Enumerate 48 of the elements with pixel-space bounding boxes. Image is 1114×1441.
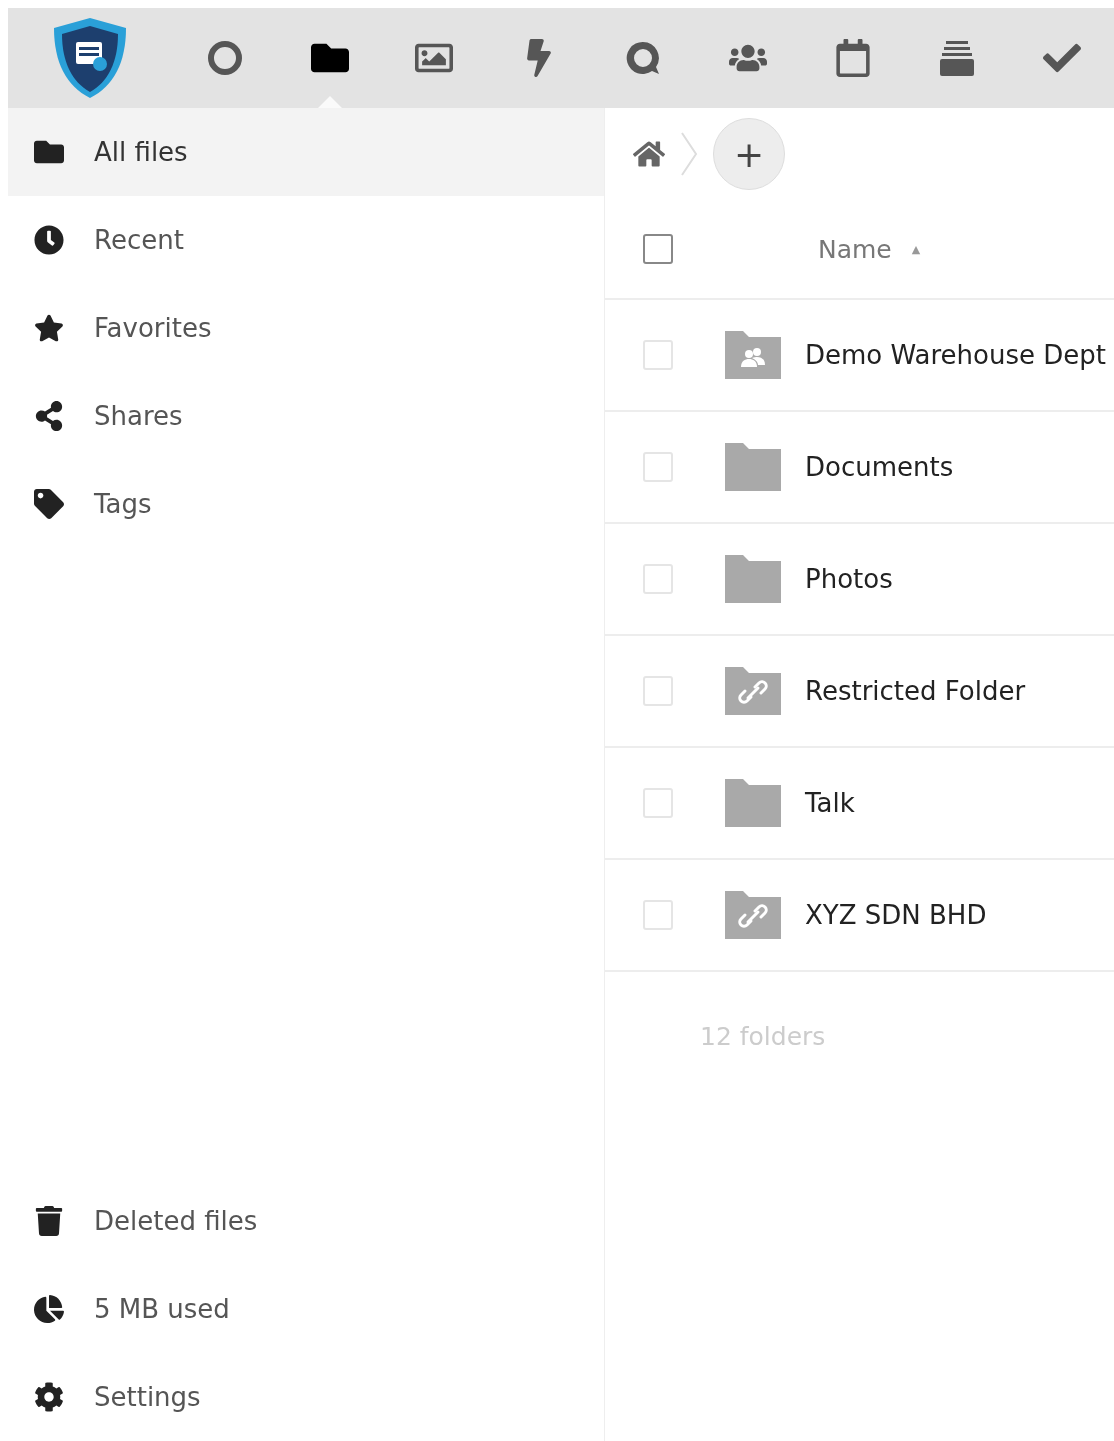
link-folder-icon (725, 667, 781, 715)
calendar-icon (833, 39, 872, 77)
row-checkbox[interactable] (643, 340, 673, 370)
breadcrumb-separator-icon (679, 131, 699, 177)
sidebar-item-label: 5 MB used (94, 1294, 230, 1324)
file-row[interactable]: Restricted Folder (605, 636, 1114, 748)
sidebar-item-label: Recent (94, 225, 184, 255)
group-folder-icon (725, 331, 781, 379)
sidebar-item-label: Favorites (94, 313, 212, 343)
row-checkbox[interactable] (643, 900, 673, 930)
row-checkbox[interactable] (643, 564, 673, 594)
settings-icon (34, 1382, 64, 1412)
row-checkbox[interactable] (643, 788, 673, 818)
folder-icon (725, 443, 781, 491)
share-icon (34, 401, 64, 431)
star-icon (34, 313, 64, 343)
trash-icon (34, 1206, 64, 1236)
row-checkbox[interactable] (643, 676, 673, 706)
sidebar-item[interactable]: All files (8, 108, 604, 196)
file-name: Demo Warehouse Dept (805, 340, 1106, 370)
file-row[interactable]: XYZ SDN BHD (605, 860, 1114, 972)
stack-icon (939, 39, 976, 77)
sort-indicator: ▲ (911, 242, 921, 256)
link-folder-icon (725, 891, 781, 939)
file-row[interactable]: Talk (605, 748, 1114, 860)
ring-icon (206, 40, 243, 76)
file-name: Photos (805, 564, 893, 594)
tag-icon (34, 489, 64, 519)
clock-icon (34, 225, 64, 255)
sidebar-item-label: Tags (94, 489, 152, 519)
add-button[interactable]: + (713, 118, 785, 190)
folder-icon (725, 779, 781, 827)
file-name: Talk (805, 788, 855, 818)
sidebar-item-label: Shares (94, 401, 183, 431)
file-name: Restricted Folder (805, 676, 1026, 706)
name-column-header[interactable]: Name ▲ (818, 234, 921, 264)
sidebar-item-label: All files (94, 137, 188, 167)
file-row[interactable]: Documents (605, 412, 1114, 524)
file-row[interactable]: Demo Warehouse Dept (605, 300, 1114, 412)
folder-icon (725, 555, 781, 603)
file-name: Documents (805, 452, 954, 482)
sidebar-item-label: Deleted files (94, 1206, 258, 1236)
pie-icon (34, 1294, 64, 1324)
file-row[interactable]: Photos (605, 524, 1114, 636)
row-checkbox[interactable] (643, 452, 673, 482)
sidebar-item-label: Settings (94, 1382, 201, 1412)
file-name: XYZ SDN BHD (805, 900, 987, 930)
select-all-checkbox[interactable] (643, 234, 673, 264)
